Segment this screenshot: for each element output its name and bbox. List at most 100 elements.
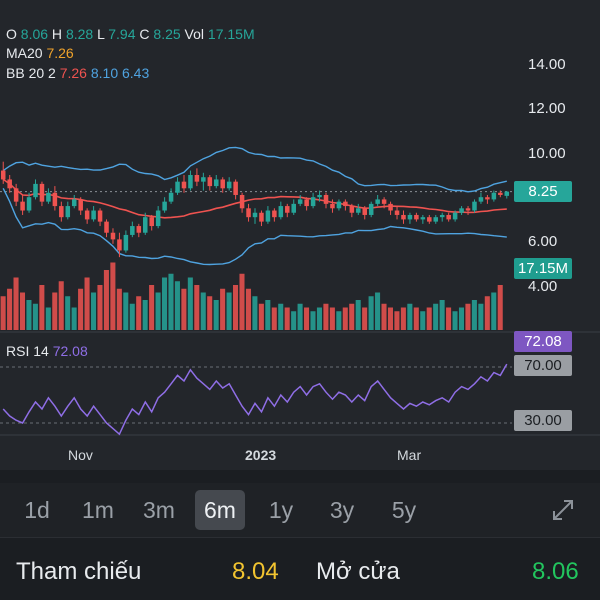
rsi-legend: RSI 14 72.08	[6, 343, 88, 360]
volume-bar	[207, 296, 213, 330]
candle-body	[336, 201, 342, 209]
candle-body	[207, 177, 213, 187]
candle-body	[71, 199, 77, 207]
volume-bar	[181, 288, 187, 330]
volume-bar	[7, 288, 13, 330]
volume-bar	[97, 285, 103, 330]
volume-bar	[233, 285, 239, 330]
candle-body	[142, 217, 148, 233]
candle-body	[375, 199, 380, 204]
volume-bar	[342, 307, 348, 330]
candle-body	[465, 208, 471, 211]
candle-body	[420, 217, 426, 220]
candle-body	[504, 191, 510, 196]
volume-bar	[187, 277, 193, 330]
volume-bar	[381, 303, 387, 330]
open-price-label: Mở cửa	[316, 558, 400, 585]
volume-bar	[316, 307, 322, 330]
candle-body	[155, 210, 161, 227]
candle-body	[46, 192, 51, 202]
volume-bar	[265, 300, 271, 330]
candle-body	[252, 212, 258, 218]
volume-bar	[110, 262, 116, 330]
x-axis-label: Mar	[397, 447, 422, 463]
candle-body	[317, 194, 322, 198]
candle-body	[446, 214, 451, 220]
volume-bar	[129, 303, 135, 330]
reference-price-value: 8.04	[232, 558, 279, 585]
volume-bar	[13, 277, 19, 330]
volume-bar	[478, 303, 484, 330]
candle-body	[162, 201, 167, 211]
volume-bar	[420, 311, 426, 330]
volume-bar	[39, 285, 45, 330]
volume-tag: 17.15M	[514, 258, 572, 279]
volume-bar	[71, 307, 77, 330]
candle-body	[285, 206, 290, 213]
range-5y-button[interactable]: 5y	[380, 490, 428, 530]
volume-bar	[336, 311, 342, 330]
candle-body	[110, 232, 116, 240]
volume-bar	[439, 300, 445, 330]
price-axis-label: 10.00	[528, 145, 566, 162]
range-3y-button[interactable]: 3y	[318, 490, 366, 530]
candle-body	[343, 201, 348, 207]
volume-bar	[471, 300, 477, 330]
bb-upper-value: 8.10	[90, 65, 119, 81]
close-value: 8.25	[153, 26, 181, 42]
volume-bar	[291, 311, 297, 330]
ma-value: 7.26	[46, 45, 74, 61]
ma-label: MA20	[6, 45, 43, 61]
candle-body	[175, 181, 180, 193]
candle-body	[13, 188, 19, 202]
volume-bar	[426, 307, 432, 330]
candle-body	[439, 214, 445, 218]
volume-bar	[65, 296, 71, 330]
rsi-value-tag: 72.08	[514, 331, 572, 352]
range-1m-button[interactable]: 1m	[74, 490, 122, 530]
range-3m-button[interactable]: 3m	[134, 490, 184, 530]
candle-body	[220, 179, 225, 189]
high-label: H	[51, 26, 63, 42]
candle-body	[368, 203, 374, 215]
bb-mid-value: 7.26	[59, 65, 87, 81]
candle-body	[181, 181, 187, 189]
volume-bar	[278, 303, 284, 330]
range-1d-button[interactable]: 1d	[14, 490, 60, 530]
price-axis-label: 14.00	[528, 56, 566, 73]
candle-body	[498, 192, 503, 195]
volume-bar	[491, 292, 497, 330]
bb-legend: BB 20 2 7.26 8.10 6.43	[6, 65, 149, 82]
volume-bar	[245, 288, 251, 330]
candle-body	[381, 199, 387, 204]
open-label: O	[6, 26, 17, 42]
volume-bar	[323, 303, 329, 330]
volume-bar	[407, 303, 413, 330]
volume-bar	[58, 281, 64, 330]
volume-bar	[394, 311, 400, 330]
candle-body	[239, 194, 245, 209]
candle-body	[414, 214, 419, 220]
candle-body	[356, 208, 361, 213]
low-value: 7.94	[108, 26, 136, 42]
close-label: C	[139, 26, 150, 42]
expand-icon-glyph	[553, 500, 573, 520]
price-axis-label: 12.00	[528, 100, 566, 117]
volume-label: Vol	[184, 26, 205, 42]
candle-body	[123, 234, 129, 251]
candle-body	[20, 201, 25, 211]
candle-body	[117, 239, 122, 251]
candle-body	[278, 206, 284, 218]
candle-body	[349, 206, 355, 213]
candle-body	[130, 226, 135, 235]
expand-icon[interactable]	[550, 497, 576, 523]
volume-bar	[484, 296, 490, 330]
candle-body	[91, 210, 96, 220]
volume-bar	[142, 300, 148, 330]
candle-body	[136, 226, 142, 233]
volume-bar	[355, 300, 361, 330]
range-6m-button[interactable]: 6m	[195, 490, 245, 530]
candle-body	[472, 201, 477, 211]
range-1y-button[interactable]: 1y	[258, 490, 304, 530]
volume-bar	[304, 307, 310, 330]
